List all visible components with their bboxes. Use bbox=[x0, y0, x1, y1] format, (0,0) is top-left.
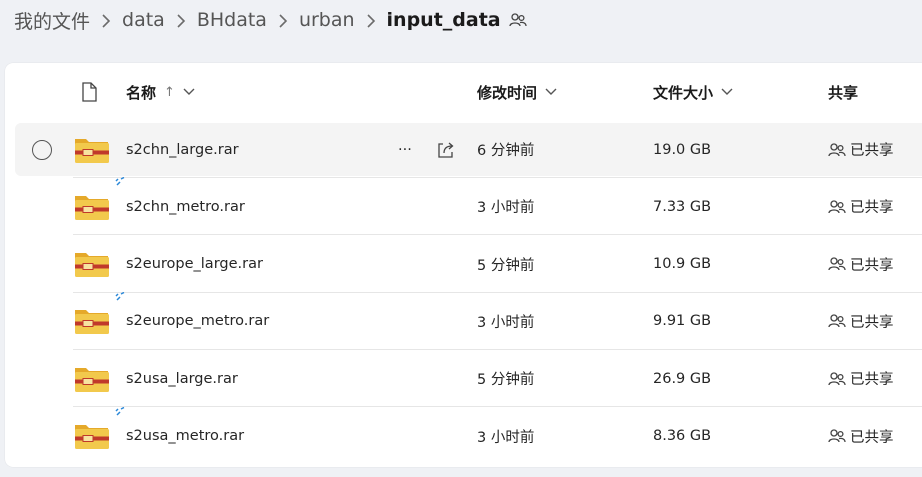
shared-people-icon bbox=[828, 428, 846, 444]
file-size: 26.9 GB bbox=[653, 370, 712, 387]
more-options-button[interactable]: ··· bbox=[398, 121, 412, 178]
sharing-status[interactable]: 已共享 bbox=[828, 293, 894, 350]
file-list-panel: 名称 ↑ 修改时间 文件大小 共享 s2chn_large.rar ··· 6 … bbox=[5, 63, 922, 467]
file-modified: 5 分钟前 bbox=[477, 372, 535, 389]
file-size: 19.0 GB bbox=[653, 141, 712, 158]
breadcrumb-current: input_data bbox=[386, 9, 501, 31]
sort-ascending-icon: ↑ bbox=[164, 84, 175, 100]
file-modified: 3 小时前 bbox=[477, 429, 535, 446]
share-icon bbox=[438, 142, 454, 158]
shared-people-icon bbox=[828, 142, 846, 158]
sharing-status[interactable]: 已共享 bbox=[828, 178, 894, 235]
breadcrumb-my-files[interactable]: 我的文件 bbox=[14, 7, 90, 34]
file-row[interactable]: s2usa_metro.rar 3 小时前 8.36 GB 已共享 bbox=[5, 406, 922, 465]
chevron-down-icon[interactable] bbox=[183, 88, 195, 96]
archive-folder-icon bbox=[73, 177, 125, 235]
sharing-status[interactable]: 已共享 bbox=[828, 236, 894, 293]
shared-people-icon bbox=[508, 12, 527, 28]
chevron-right-icon bbox=[267, 11, 299, 29]
archive-folder-icon bbox=[73, 236, 111, 293]
file-name[interactable]: s2chn_large.rar bbox=[126, 121, 239, 178]
file-name[interactable]: s2europe_large.rar bbox=[126, 236, 263, 293]
column-size[interactable]: 文件大小 bbox=[653, 63, 733, 121]
file-row[interactable]: s2chn_large.rar ··· 6 分钟前 19.0 GB 已共享 bbox=[5, 121, 922, 178]
column-sharing[interactable]: 共享 bbox=[828, 63, 858, 121]
more-options-icon: ··· bbox=[398, 141, 412, 158]
file-row[interactable]: s2usa_large.rar 5 分钟前 26.9 GB 已共享 bbox=[5, 350, 922, 408]
archive-folder-icon bbox=[73, 350, 111, 407]
chevron-right-icon bbox=[355, 11, 387, 29]
file-modified: 5 分钟前 bbox=[477, 257, 535, 274]
column-modified[interactable]: 修改时间 bbox=[477, 63, 557, 121]
file-size: 10.9 GB bbox=[653, 256, 712, 273]
file-name[interactable]: s2usa_large.rar bbox=[126, 350, 238, 407]
sharing-status[interactable]: 已共享 bbox=[828, 408, 894, 465]
column-size-label: 文件大小 bbox=[653, 83, 714, 102]
file-modified: 3 小时前 bbox=[477, 200, 535, 217]
archive-folder-icon bbox=[73, 406, 125, 465]
chevron-down-icon[interactable] bbox=[545, 88, 557, 96]
sharing-status[interactable]: 已共享 bbox=[828, 121, 894, 178]
file-size: 8.36 GB bbox=[653, 428, 712, 444]
column-modified-label: 修改时间 bbox=[477, 83, 538, 102]
file-type-icon bbox=[81, 63, 98, 121]
archive-folder-icon bbox=[73, 121, 111, 178]
shared-people-icon bbox=[828, 199, 846, 215]
file-size: 7.33 GB bbox=[653, 198, 712, 215]
file-size: 9.91 GB bbox=[653, 313, 712, 330]
file-name[interactable]: s2chn_metro.rar bbox=[126, 178, 245, 235]
breadcrumb-urban[interactable]: urban bbox=[299, 9, 355, 31]
file-row[interactable]: s2chn_metro.rar 3 小时前 7.33 GB 已共享 bbox=[5, 177, 922, 236]
file-name[interactable]: s2europe_metro.rar bbox=[126, 293, 269, 350]
column-name-label: 名称 bbox=[126, 83, 157, 102]
shared-people-icon bbox=[828, 313, 846, 329]
breadcrumb-bhdata[interactable]: BHdata bbox=[197, 9, 267, 31]
shared-people-icon bbox=[828, 371, 846, 387]
sharing-status[interactable]: 已共享 bbox=[828, 350, 894, 407]
breadcrumb-data[interactable]: data bbox=[122, 9, 165, 31]
file-modified: 6 分钟前 bbox=[477, 143, 535, 159]
column-sharing-label: 共享 bbox=[828, 83, 859, 102]
row-checkbox[interactable] bbox=[32, 121, 52, 178]
archive-folder-icon bbox=[73, 291, 125, 350]
share-button[interactable] bbox=[436, 121, 456, 178]
file-modified: 3 小时前 bbox=[477, 314, 535, 331]
file-row[interactable]: s2europe_metro.rar 3 小时前 9.91 GB 已共享 bbox=[5, 291, 922, 350]
shared-people-icon bbox=[828, 256, 846, 272]
column-header-row: 名称 ↑ 修改时间 文件大小 共享 bbox=[5, 63, 922, 121]
column-name[interactable]: 名称 ↑ bbox=[126, 63, 195, 121]
breadcrumb: 我的文件 data BHdata urban input_data bbox=[0, 0, 922, 40]
chevron-right-icon bbox=[165, 11, 197, 29]
file-row[interactable]: s2europe_large.rar 5 分钟前 10.9 GB 已共享 bbox=[5, 236, 922, 293]
chevron-down-icon[interactable] bbox=[721, 88, 733, 96]
select-circle-icon[interactable] bbox=[32, 139, 52, 160]
file-name[interactable]: s2usa_metro.rar bbox=[126, 408, 244, 465]
chevron-right-icon bbox=[90, 11, 122, 29]
